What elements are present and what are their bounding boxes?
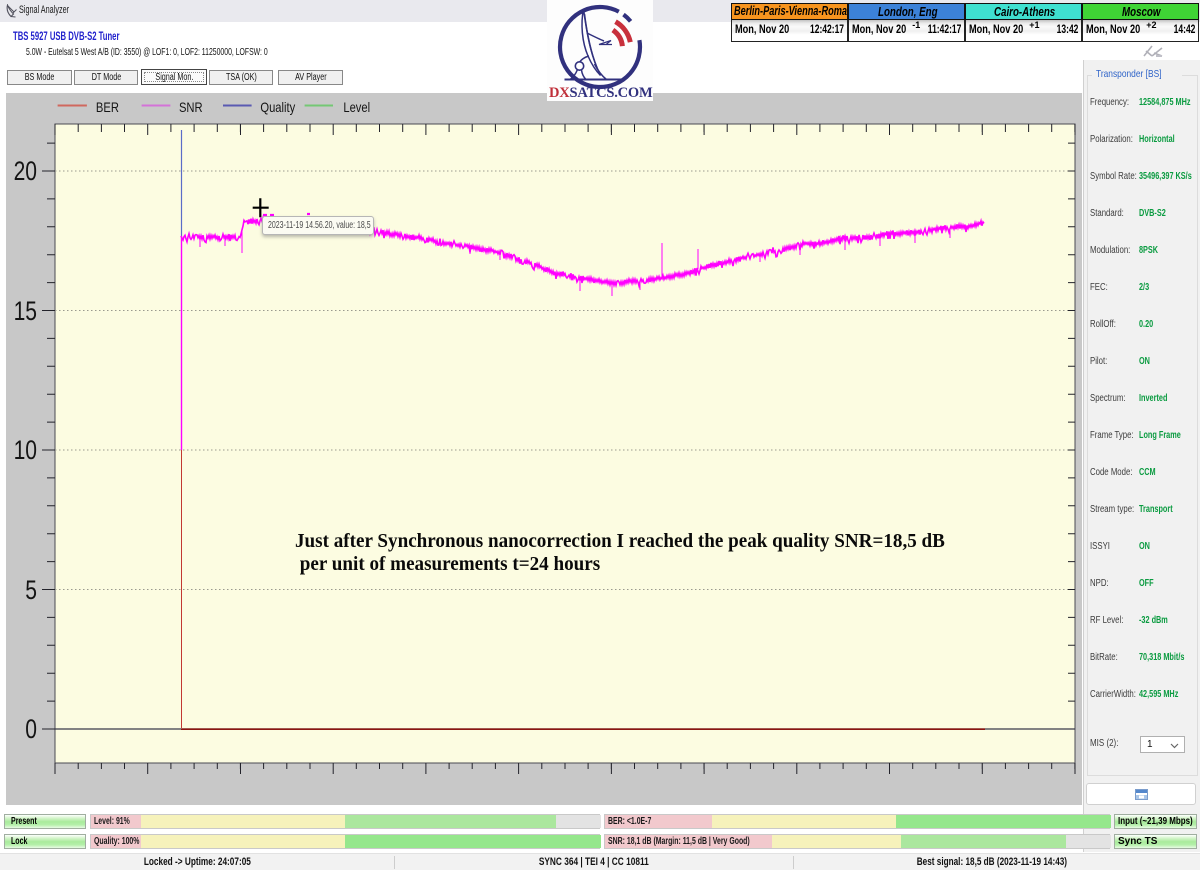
svg-text:DXSATCS.COM: DXSATCS.COM xyxy=(549,85,653,101)
